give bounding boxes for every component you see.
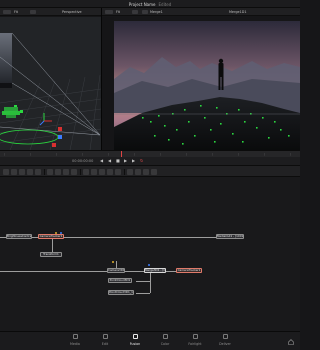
text-tool-icon[interactable] [19,169,25,175]
port-indicator [60,232,62,234]
play-reverse-icon[interactable]: ◀ [108,159,111,163]
project-name: Project Name [128,2,156,7]
mountain-scene [102,17,300,150]
tracker-tool-icon[interactable] [127,169,133,175]
page-label-fairlight: Fairlight [188,342,202,346]
stop-icon[interactable]: ■ [116,159,120,163]
media-icon [72,334,78,339]
fusion-icon [132,334,138,339]
wire-merge-down [150,273,151,293]
page-label-deliver: Deliver [219,342,231,346]
node-camera-tracker-top[interactable]: CameraTracker1 [38,234,64,239]
merge-tool-icon[interactable] [47,169,53,175]
port-indicator [112,261,114,263]
paint-tool-icon[interactable] [11,169,17,175]
viewer-3d[interactable] [0,17,101,150]
node-camera-3d[interactable]: Camera3D1 [107,268,125,273]
left-zoom-label[interactable]: Fit [14,10,18,14]
transform-tool-icon[interactable] [55,169,61,175]
step-forward-icon[interactable]: ▶ [132,159,135,163]
left-viewer-toolbar: Fit Perspective [0,8,101,16]
keyer-tool-icon[interactable] [135,169,141,175]
image-plate [0,33,12,83]
step-back-icon[interactable]: ◀ [100,159,103,163]
project-title: Project Name Edited [0,2,300,7]
page-tab-fairlight[interactable]: Fairlight [180,334,210,346]
renderer3d-tool-icon[interactable] [107,169,113,175]
color-icon [162,334,168,339]
page-label-fusion: Fusion [129,342,141,346]
transport-controls: 00:00:00:00 ◀ ◀ ■ ▶ ▶ ↻ [0,157,300,165]
title-bar: Project Name Edited [0,0,300,8]
wire-pc2 [136,293,150,294]
wire-pc1 [136,281,150,282]
viewer-menu-button[interactable] [3,10,11,14]
wire-main [0,237,218,238]
wire-camera-merge [124,271,144,272]
loop-icon[interactable]: ↻ [140,159,143,163]
wire-tracker-transform [52,239,53,253]
viewer-2d[interactable] [102,17,300,150]
node-merge-3d[interactable]: Merge3D1 - [Cmp] [144,268,166,273]
left-view-label[interactable]: Perspective [62,10,82,14]
3d-scene [0,17,101,150]
fairlight-icon [192,334,198,339]
page-label-edit: Edit [101,342,109,346]
node-editor[interactable]: BrightnessContrast1 CameraTracker1 Trans… [0,177,300,331]
node-brightness-contrast[interactable]: BrightnessContrast1 [6,234,32,239]
time-ruler[interactable]: | | | | | | | | | | | | [0,150,300,158]
home-icon[interactable] [288,339,294,345]
mask-tool-icon[interactable] [27,169,33,175]
page-tab-media[interactable]: Media [60,334,90,346]
blur-tool-icon[interactable] [63,169,69,175]
page-label-media: Media [70,342,80,346]
color-corrector-tool-icon[interactable] [71,169,77,175]
background-tool-icon[interactable] [3,169,9,175]
node-toolbar [0,165,300,177]
timecode: 00:00:00:00 [72,159,94,163]
node-point-cloud-2[interactable]: PointCloud3D1_1 [108,290,134,295]
page-navigation: Media Edit Fusion Color Fairlight Delive… [0,331,300,350]
roi-button[interactable] [142,10,148,14]
wire-camera-input [0,271,108,272]
ellipse-mask-tool-icon[interactable] [151,169,157,175]
warp-tool-icon[interactable] [143,169,149,175]
polygon-tool-icon[interactable] [35,169,41,175]
edit-icon [102,334,108,339]
page-tab-fusion[interactable]: Fusion [120,334,150,346]
page-tab-edit[interactable]: Edit [90,334,120,346]
port-indicator [55,232,57,234]
particles-tool-icon[interactable] [115,169,121,175]
camera3d-tool-icon[interactable] [91,169,97,175]
edited-marker: Edited [158,2,172,7]
shape3d-tool-icon[interactable] [83,169,89,175]
deliver-icon [222,334,228,339]
wire-merge-tracker [166,271,176,272]
right-zoom-label[interactable]: Fit [116,10,120,14]
page-tab-deliver[interactable]: Deliver [210,334,240,346]
node-transform[interactable]: Transform1 [40,252,62,257]
play-icon[interactable]: ▶ [124,159,127,163]
viewer-menu-button-2[interactable] [105,10,113,14]
port-indicator [148,264,150,266]
page-label-color: Color [160,342,170,346]
right-viewer-toolbar: Fit Merge1 Merge1D1 [102,8,300,16]
light-tool-icon[interactable] [99,169,105,175]
page-tab-color[interactable]: Color [150,334,180,346]
node-camera-tracker[interactable]: CameraTracker1 [176,268,202,273]
right-node-label: Merge1 [150,10,163,14]
node-media-out[interactable]: MediaOut1 - [1001] [216,234,244,239]
node-point-cloud[interactable]: PointCloud3D1 [108,278,132,283]
right-image-label: Merge1D1 [229,10,247,14]
lut-button[interactable] [30,10,36,14]
lut-button-2[interactable] [132,10,138,14]
